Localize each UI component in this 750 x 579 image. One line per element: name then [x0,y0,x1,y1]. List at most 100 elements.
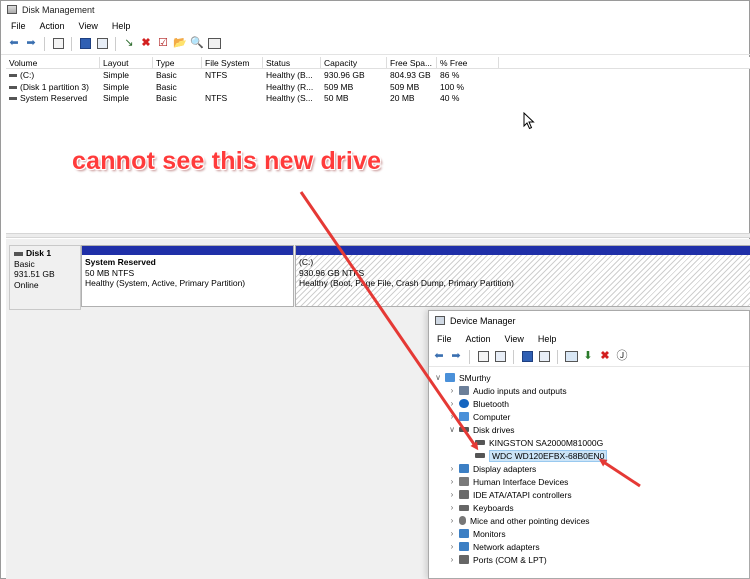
tree-category[interactable]: › Computer [429,410,749,423]
disk-label[interactable]: Disk 1 Basic 931.51 GB Online [9,245,81,310]
menu-file[interactable]: File [11,21,26,31]
check-icon[interactable]: ☑ [156,37,170,51]
table-row[interactable]: (C:) Simple Basic NTFS Healthy (B... 930… [6,70,750,82]
tree-category[interactable]: › IDE ATA/ATAPI controllers [429,488,749,501]
bluetooth-icon [459,399,469,408]
disable-device-icon[interactable]: Ⓙ [615,350,629,364]
partition-size: 50 MB NTFS [85,267,135,278]
tree-category[interactable]: › Network adapters [429,540,749,553]
monitor-icon [459,529,469,538]
expand-chevron-icon[interactable]: › [447,516,457,525]
partition-name: System Reserved [85,257,156,267]
expand-chevron-icon[interactable]: › [447,464,457,473]
tree-category[interactable]: ∨ Disk drives [429,423,749,436]
back-arrow-icon[interactable]: ⬅ [432,350,446,364]
column-free-space[interactable]: Free Spa... [387,57,437,68]
file-system-cell: NTFS [205,70,228,80]
tree-category[interactable]: › Audio inputs and outputs [429,384,749,397]
partition-body: (C:) 930.96 GB NTFS Healthy (Boot, Page … [296,255,750,306]
dm-menu-file[interactable]: File [437,334,452,344]
table-row[interactable]: (Disk 1 partition 3) Simple Basic Health… [6,82,750,94]
tree-category[interactable]: › Bluetooth [429,397,749,410]
search-folder-icon[interactable]: 🔍 [190,37,204,51]
file-system-cell: NTFS [205,93,228,103]
device-label: KINGSTON SA2000M81000G [489,437,604,448]
partition-system-reserved[interactable]: System Reserved 50 MB NTFS Healthy (Syst… [81,245,294,307]
tree-device[interactable]: KINGSTON SA2000M81000G [429,436,749,449]
tree-category[interactable]: › Monitors [429,527,749,540]
device-properties-icon[interactable] [537,350,551,364]
scan-hardware-icon[interactable] [564,350,578,364]
expand-chevron-icon[interactable]: › [447,490,457,499]
tree-category[interactable]: › Human Interface Devices [429,475,749,488]
column-status[interactable]: Status [263,57,321,68]
expand-chevron-icon[interactable]: › [447,477,457,486]
column-layout[interactable]: Layout [100,57,153,68]
category-label: Keyboards [473,502,514,513]
partition-size: 930.96 GB NTFS [299,267,365,278]
collapse-chevron-icon[interactable]: ∨ [447,425,457,434]
column-file-system[interactable]: File System [202,57,263,68]
back-arrow-icon[interactable]: ⬅ [7,37,21,51]
volume-cell: System Reserved [6,93,100,105]
properties-icon[interactable] [95,37,109,51]
expand-chevron-icon[interactable]: › [447,503,457,512]
partition-c-drive[interactable]: (C:) 930.96 GB NTFS Healthy (Boot, Page … [295,245,750,307]
disk-management-app-icon [7,5,17,14]
update-driver-icon[interactable]: ⬇ [581,350,595,364]
console-tree-icon[interactable] [51,37,65,51]
keyboard-icon [459,504,469,511]
forward-arrow-icon[interactable]: ➡ [449,350,463,364]
toolbar-separator [557,349,558,364]
column-type[interactable]: Type [153,57,202,68]
menu-view[interactable]: View [79,21,98,31]
delete-icon[interactable]: ✖ [139,37,153,51]
tree-category[interactable]: › Ports (COM & LPT) [429,553,749,566]
expand-chevron-icon[interactable]: › [447,399,457,408]
expand-chevron-icon[interactable]: › [447,386,457,395]
computer-root-icon [445,373,455,382]
disk-status: Online [14,279,39,290]
settings-panel-icon[interactable] [207,37,221,51]
dm-menu-action[interactable]: Action [466,334,491,344]
uninstall-device-icon[interactable]: ✖ [598,350,612,364]
column-volume[interactable]: Volume [6,57,100,68]
open-folder-icon[interactable]: 📂 [173,37,187,51]
tree-category[interactable]: › Keyboards [429,501,749,514]
properties-icon[interactable] [493,350,507,364]
column-capacity[interactable]: Capacity [321,57,387,68]
category-label: Computer [473,411,511,422]
tree-device-selected[interactable]: WDC WD120EFBX-68B0EN0 [429,449,749,462]
hid-icon [459,477,469,486]
dm-menu-view[interactable]: View [505,334,524,344]
console-tree-icon[interactable] [476,350,490,364]
expand-chevron-icon[interactable]: › [447,542,457,551]
expand-chevron-icon[interactable]: › [447,529,457,538]
expand-chevron-icon[interactable]: › [447,555,457,564]
collapse-chevron-icon[interactable]: ∨ [433,373,443,382]
tree-category[interactable]: › Display adapters [429,462,749,475]
partition-status: Healthy (Boot, Page File, Crash Dump, Pr… [299,278,514,288]
percent-free-cell: 100 % [440,81,465,92]
menu-help[interactable]: Help [112,21,131,31]
free-space-cell: 509 MB [390,81,420,92]
tree-category[interactable]: › Mice and other pointing devices [429,514,749,527]
dm-menu-help[interactable]: Help [538,334,557,344]
volume-icon [9,97,17,101]
connect-icon[interactable]: ↘ [122,37,136,51]
table-row[interactable]: System Reserved Simple Basic NTFS Health… [6,93,750,105]
expand-chevron-icon[interactable]: › [447,412,457,421]
volume-name: (C:) [20,70,35,80]
forward-arrow-icon[interactable]: ➡ [24,37,38,51]
menu-action[interactable]: Action [40,21,65,31]
partition-bar [82,246,293,255]
category-label: Mice and other pointing devices [470,515,590,526]
device-manager-title: Device Manager [450,315,516,326]
tree-root[interactable]: ∨ SMurthy [429,371,749,384]
column-percent-free[interactable]: % Free [437,57,499,68]
pane-splitter[interactable] [6,233,750,238]
annotation-text: cannot see this new drive [72,147,382,175]
help-icon[interactable] [78,37,92,51]
volume-cell: (Disk 1 partition 3) [6,82,100,94]
help-icon[interactable] [520,350,534,364]
